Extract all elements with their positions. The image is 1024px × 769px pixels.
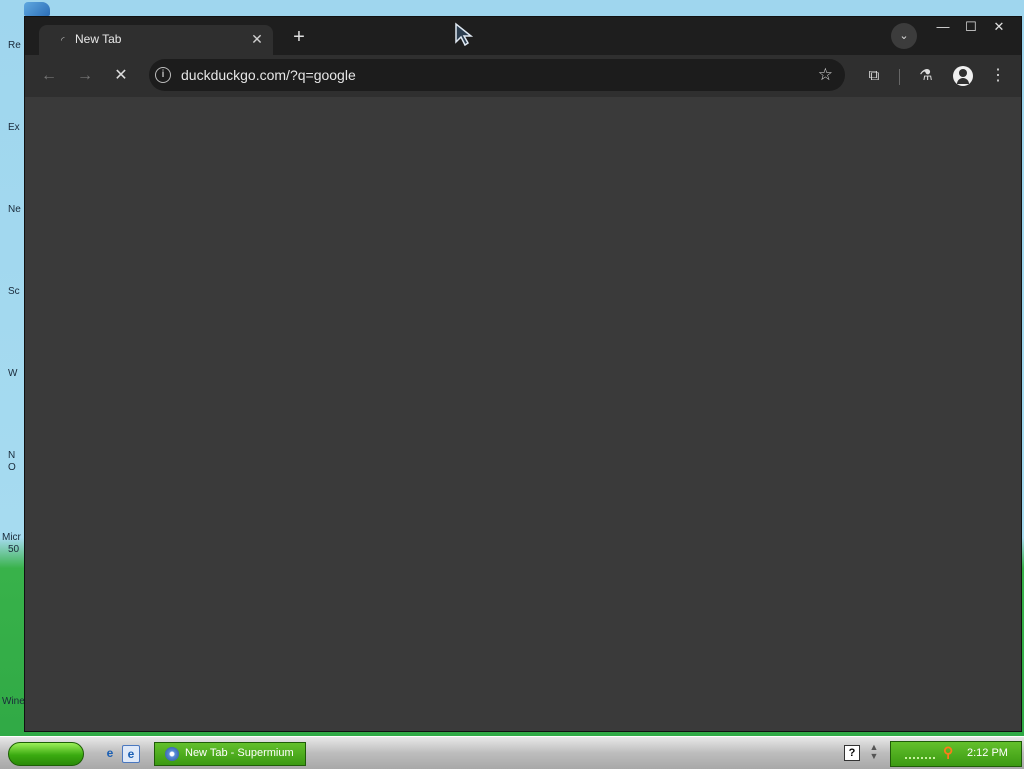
toolbar: ← → ✕ i duckduckgo.com/?q=google ☆ ⧉ ⚗ ⋮ [25, 55, 1021, 97]
mouse-cursor-icon [455, 22, 474, 46]
toolbar-divider [899, 69, 900, 85]
desktop-label: N [8, 450, 16, 461]
search-icon[interactable]: ⚲ [943, 745, 957, 759]
desktop-label: W [8, 368, 18, 379]
desktop-label: Ex [8, 122, 20, 133]
stop-loading-button[interactable]: ✕ [109, 65, 133, 87]
internet-explorer-icon[interactable]: e [102, 745, 118, 761]
tray-expand-icon[interactable]: ▲ ▼ [868, 743, 880, 763]
loading-spinner-icon: ◜ [61, 35, 65, 45]
supermium-icon [165, 747, 179, 761]
minimize-button[interactable]: — [929, 17, 957, 37]
tab-title: New Tab [75, 32, 122, 46]
network-icon[interactable] [905, 749, 935, 759]
back-button[interactable]: ← [37, 65, 61, 87]
taskbar: e e New Tab - Supermium ? ▲ ▼ ⚲ 2:12 PM [0, 736, 1024, 769]
forward-button[interactable]: → [73, 65, 97, 87]
maximize-button[interactable]: ☐ [957, 17, 985, 37]
desktop-flag-icon[interactable] [24, 2, 50, 16]
address-bar[interactable]: i duckduckgo.com/?q=google ☆ [149, 59, 845, 91]
help-icon[interactable]: ? [844, 745, 860, 761]
clock[interactable]: 2:12 PM [967, 747, 1008, 759]
profile-avatar-icon[interactable] [953, 66, 973, 86]
menu-dots-icon[interactable]: ⋮ [987, 65, 1009, 87]
extensions-icon[interactable]: ⧉ [863, 65, 885, 87]
desktop-label: 50 [8, 544, 20, 555]
tab-search-button[interactable]: ⌄ [891, 23, 917, 49]
close-tab-icon[interactable]: ✕ [247, 29, 267, 49]
close-window-button[interactable]: ✕ [985, 17, 1013, 37]
taskbar-item-browser[interactable]: New Tab - Supermium [154, 742, 306, 766]
site-info-icon[interactable]: i [155, 67, 171, 83]
desktop-label: Ne [8, 204, 21, 215]
url-text[interactable]: duckduckgo.com/?q=google [181, 67, 356, 83]
tab-new-tab[interactable]: ◜ New Tab ✕ [39, 25, 273, 55]
labs-flask-icon[interactable]: ⚗ [915, 65, 937, 87]
tab-strip: ◜ New Tab ✕ + ⌄ — ☐ ✕ [25, 17, 1021, 55]
new-tab-button[interactable]: + [287, 25, 311, 49]
browser-window: ◜ New Tab ✕ + ⌄ — ☐ ✕ ← → ✕ i duckduckgo… [24, 16, 1022, 732]
desktop-label: O [8, 462, 16, 473]
system-tray: ⚲ 2:12 PM [890, 741, 1022, 767]
taskbar-item-label: New Tab - Supermium [185, 747, 294, 759]
quick-launch-app-icon[interactable]: e [122, 745, 140, 763]
start-button[interactable] [8, 742, 84, 766]
page-content-area[interactable] [25, 97, 1021, 731]
desktop-icon-labels: Re Ex Ne Sc W N O Micr 50 Wine [0, 0, 25, 736]
desktop-label: Re [8, 40, 21, 51]
desktop-label: Wine [2, 696, 25, 707]
bookmark-star-icon[interactable]: ☆ [818, 65, 833, 85]
desktop-label: Micr [2, 532, 21, 543]
desktop-label: Sc [8, 286, 20, 297]
